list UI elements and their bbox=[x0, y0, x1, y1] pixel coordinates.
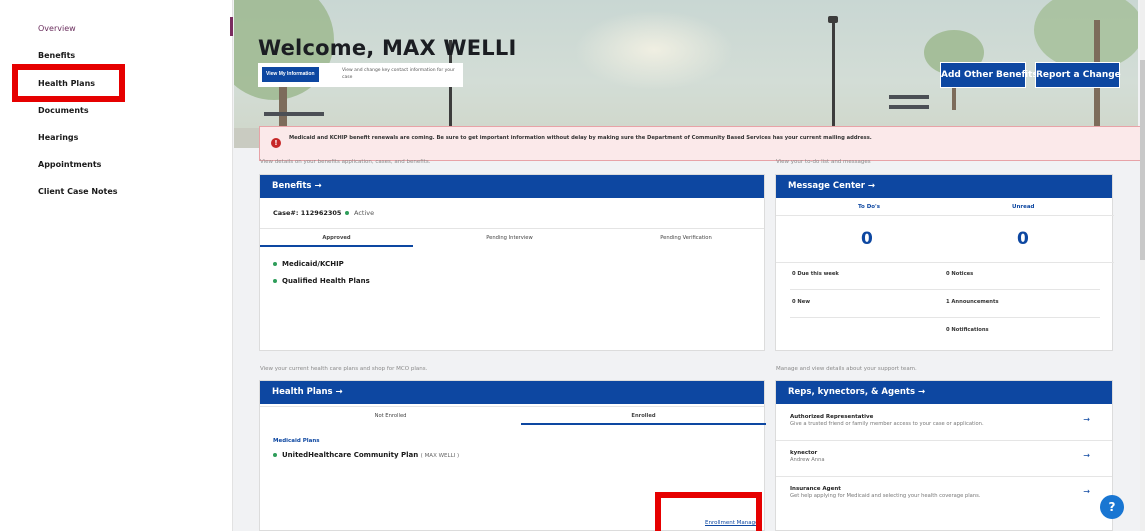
sidebar-item-health-plans[interactable]: Health Plans bbox=[38, 79, 95, 88]
rep-row-kynector[interactable]: kynector Andrew Anna → bbox=[776, 441, 1112, 477]
rep-title: Insurance Agent bbox=[790, 486, 841, 492]
arrow-right-icon[interactable]: → bbox=[1083, 451, 1090, 460]
view-my-information-button[interactable]: View My Information bbox=[262, 67, 319, 82]
health-plans-tabs: Not Enrolled Enrolled bbox=[260, 406, 766, 425]
sidebar-item-overview[interactable]: Overview bbox=[38, 24, 76, 33]
message-center-caption: View your to-do list and messages bbox=[776, 159, 871, 165]
active-status-dot bbox=[345, 211, 349, 215]
tree-illustration bbox=[1034, 0, 1138, 70]
arrow-right-icon[interactable]: → bbox=[1083, 415, 1090, 424]
rep-description: Get help applying for Medicaid and selec… bbox=[790, 493, 981, 499]
sidebar bbox=[0, 0, 233, 531]
sidebar-item-documents[interactable]: Documents bbox=[38, 106, 89, 115]
sidebar-item-benefits[interactable]: Benefits bbox=[38, 51, 75, 60]
hero-sky-glow bbox=[574, 10, 734, 90]
divider bbox=[790, 289, 1100, 290]
view-info-description: View and change key contact information … bbox=[342, 68, 455, 80]
rep-row-authorized-representative[interactable]: Authorized Representative Give a trusted… bbox=[776, 405, 1112, 441]
rep-title: Authorized Representative bbox=[790, 414, 874, 420]
bench-illustration bbox=[889, 95, 929, 99]
due-this-week-stat[interactable]: 0 Due this week bbox=[792, 271, 839, 277]
message-center-card: Message Center → To Do's Unread 0 0 0 Du… bbox=[775, 174, 1114, 351]
benefit-bullet bbox=[273, 262, 277, 266]
sidebar-item-client-case-notes[interactable]: Client Case Notes bbox=[38, 187, 118, 196]
benefits-tabs: Approved Pending Interview Pending Verif… bbox=[260, 228, 766, 247]
lamp-post-illustration bbox=[832, 20, 835, 128]
reps-caption: Manage and view details about your suppo… bbox=[776, 366, 917, 372]
tab-pending-interview[interactable]: Pending Interview bbox=[413, 229, 606, 247]
new-stat[interactable]: 0 New bbox=[792, 299, 810, 305]
benefit-item-label: Medicaid/KCHIP bbox=[282, 260, 344, 268]
tab-enrolled[interactable]: Enrolled bbox=[521, 407, 766, 425]
help-button[interactable]: ? bbox=[1100, 495, 1124, 519]
health-plans-caption: View your current health care plans and … bbox=[260, 366, 428, 372]
alert-icon: ! bbox=[271, 138, 281, 148]
plan-member: ( MAX WELLI ) bbox=[420, 453, 460, 459]
benefit-item-label: Qualified Health Plans bbox=[282, 277, 370, 285]
tab-approved[interactable]: Approved bbox=[260, 229, 413, 247]
bench-illustration bbox=[264, 112, 324, 116]
unread-label: Unread bbox=[1012, 204, 1035, 210]
unread-count[interactable]: 0 bbox=[1017, 229, 1029, 249]
plan-item: UnitedHealthcare Community Plan ( MAX WE… bbox=[273, 451, 459, 459]
benefit-item-medicaid: Medicaid/KCHIP bbox=[273, 260, 344, 268]
case-number: Case#: 112962305 bbox=[273, 209, 342, 217]
lamp-head-illustration bbox=[828, 16, 838, 23]
divider bbox=[790, 317, 1100, 318]
todos-label: To Do's bbox=[858, 204, 881, 210]
todos-count[interactable]: 0 bbox=[861, 229, 873, 249]
health-plans-card: Health Plans → Not Enrolled Enrolled Med… bbox=[259, 380, 766, 531]
benefits-caption: View details on your benefits applicatio… bbox=[260, 159, 431, 165]
notices-stat[interactable]: 0 Notices bbox=[946, 271, 973, 277]
report-a-change-button[interactable]: Report a Change bbox=[1035, 62, 1121, 88]
rep-title: kynector bbox=[790, 450, 818, 456]
sidebar-item-hearings[interactable]: Hearings bbox=[38, 133, 78, 142]
benefits-card: Benefits → Case#: 112962305 Active Appro… bbox=[259, 174, 765, 351]
announcements-stat[interactable]: 1 Announcements bbox=[946, 299, 999, 305]
bench-illustration bbox=[889, 105, 929, 109]
benefits-card-header[interactable]: Benefits → bbox=[260, 175, 764, 198]
rep-description: Give a trusted friend or family member a… bbox=[790, 421, 984, 427]
active-nav-indicator bbox=[230, 17, 233, 36]
tab-not-enrolled[interactable]: Not Enrolled bbox=[260, 407, 521, 425]
page-title: Welcome, MAX WELLI bbox=[258, 36, 517, 60]
rep-description: Andrew Anna bbox=[790, 457, 825, 463]
arrow-right-icon[interactable]: → bbox=[1083, 487, 1090, 496]
add-other-benefits-button[interactable]: Add Other Benefits bbox=[940, 62, 1038, 88]
benefit-bullet bbox=[273, 279, 277, 283]
view-info-panel: View My Information View and change key … bbox=[258, 63, 463, 87]
renewal-alert: ! Medicaid and KCHIP benefit renewals ar… bbox=[259, 126, 1141, 161]
benefit-item-qhp: Qualified Health Plans bbox=[273, 277, 370, 285]
plan-bullet bbox=[273, 453, 277, 457]
reps-header[interactable]: Reps, kynectors, & Agents → bbox=[776, 381, 1112, 404]
divider bbox=[776, 215, 1114, 216]
scrollbar-thumb[interactable] bbox=[1140, 60, 1145, 260]
rep-row-insurance-agent[interactable]: Insurance Agent Get help applying for Me… bbox=[776, 477, 1112, 513]
case-status: Active bbox=[345, 209, 374, 217]
reps-card: Reps, kynectors, & Agents → Authorized R… bbox=[775, 380, 1113, 531]
plan-name: UnitedHealthcare Community Plan bbox=[282, 451, 419, 459]
tab-pending-verification[interactable]: Pending Verification bbox=[606, 229, 766, 247]
health-plans-header[interactable]: Health Plans → bbox=[260, 381, 764, 404]
notifications-stat[interactable]: 0 Notifications bbox=[946, 327, 989, 333]
enrollment-manager-link[interactable]: Enrollment Manager bbox=[705, 520, 761, 526]
sidebar-item-appointments[interactable]: Appointments bbox=[38, 160, 101, 169]
medicaid-plans-label: Medicaid Plans bbox=[273, 438, 320, 444]
alert-message: Medicaid and KCHIP benefit renewals are … bbox=[289, 135, 872, 141]
message-center-header[interactable]: Message Center → bbox=[776, 175, 1112, 198]
divider bbox=[776, 262, 1114, 263]
status-badge: Active bbox=[354, 209, 375, 217]
